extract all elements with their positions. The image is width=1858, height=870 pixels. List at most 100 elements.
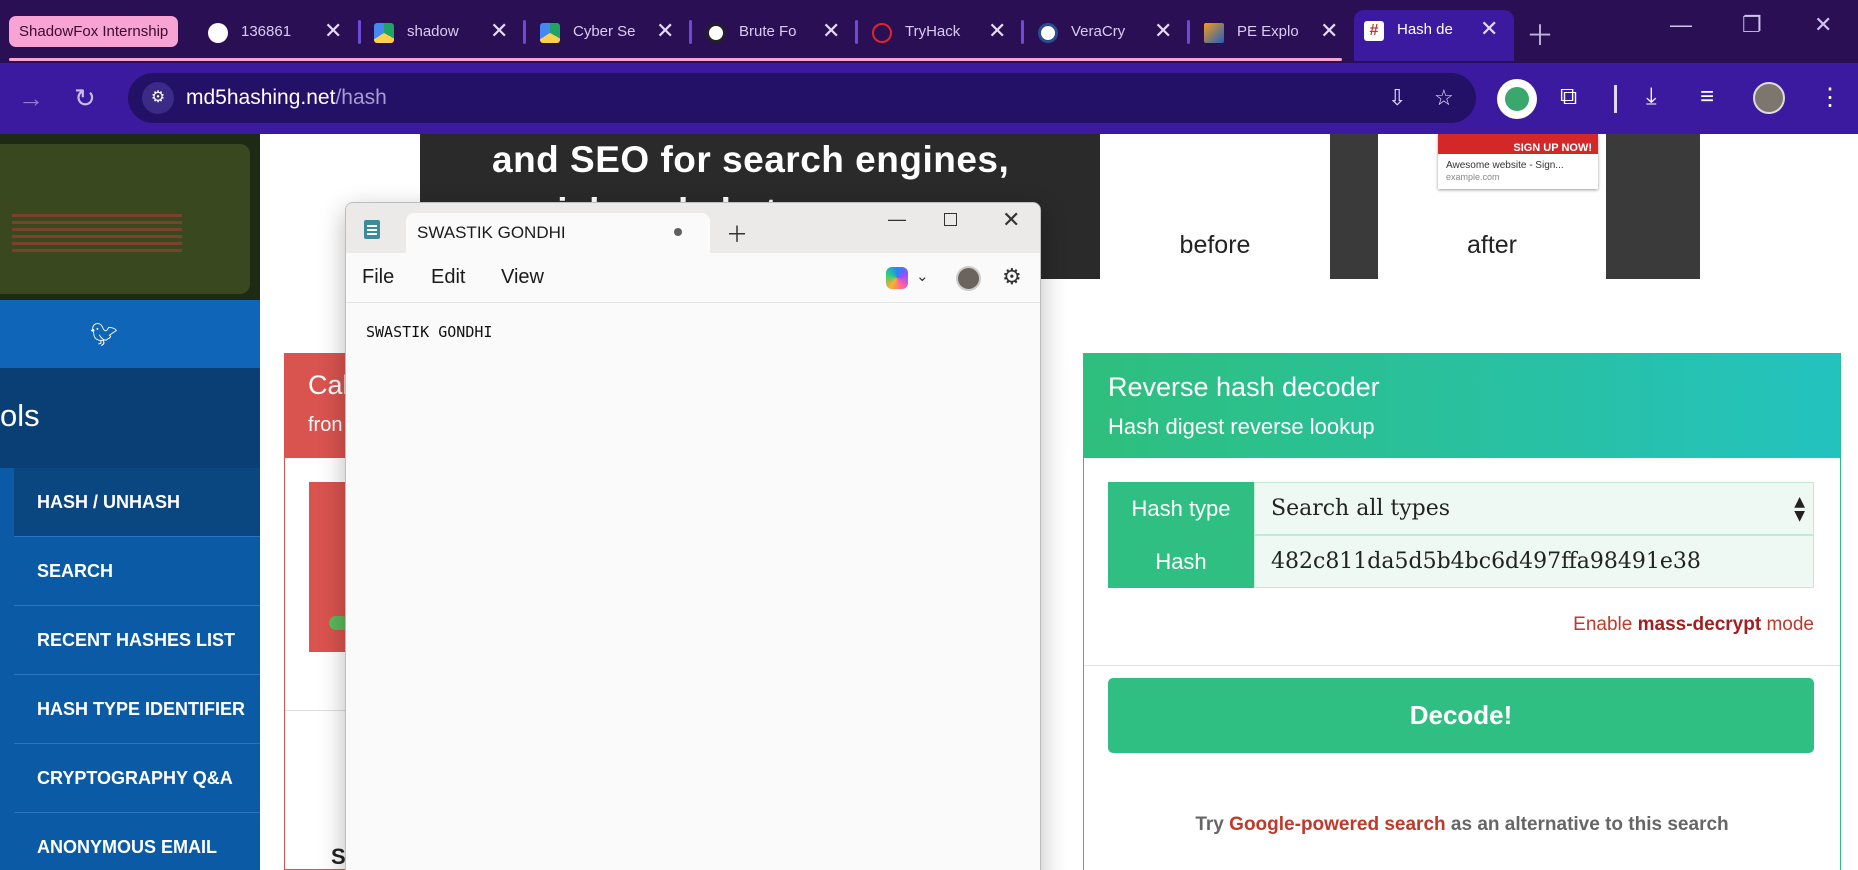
browser-tab[interactable]: shadow ✕ [364,12,524,52]
hash-type-label: Hash type [1108,482,1254,535]
sidebar-tools-header: ols [0,368,260,468]
browser-tab[interactable]: Cyber Se ✕ [530,12,690,52]
menu-kebab-icon[interactable]: ⋮ [1818,83,1842,112]
hash-icon: # [1364,21,1384,41]
install-app-icon[interactable]: ⇩ [1388,85,1406,111]
menu-file[interactable]: File [362,266,394,289]
notepad-app-icon [364,220,380,239]
download-icon[interactable]: ⤓ [1646,83,1657,111]
browser-tab-active[interactable]: # Hash de ✕ [1354,10,1514,61]
notepad-text-content[interactable]: SWASTIK GONDHI [366,323,492,341]
url-text[interactable]: md5hashing.net/hash [186,86,387,110]
notepad-close-icon[interactable]: ✕ [1002,207,1020,233]
gear-icon[interactable]: ⚙ [1002,264,1022,290]
google-search-link[interactable]: Google-powered search [1229,814,1445,835]
promo-preview-card: SIGN UP NOW! Awesome website - Sign... e… [1438,134,1598,189]
notepad-menubar: File Edit View ⌄ ⚙ [346,253,1040,303]
tab-title: Cyber Se [573,23,636,40]
tab-group-chip[interactable]: ShadowFox Internship [9,16,179,47]
close-icon[interactable]: ✕ [1320,18,1338,44]
sidebar-item-cryptography-qa[interactable]: CRYPTOGRAPHY Q&A [14,744,260,813]
decoder-subtitle: Hash digest reverse lookup [1108,414,1375,439]
notepad-titlebar[interactable]: SWASTIK GONDHI ＋ — ✕ [346,203,1040,253]
notepad-maximize-icon[interactable] [944,213,957,226]
notepad-new-tab-button[interactable]: ＋ [726,217,748,249]
close-icon[interactable]: ✕ [1480,16,1498,42]
close-icon[interactable]: ✕ [490,18,508,44]
promo-after-panel: SIGN UP NOW! Awesome website - Sign... e… [1330,134,1700,279]
bookmark-star-icon[interactable]: ☆ [1434,85,1454,111]
tab-separator [855,20,858,44]
hash-type-select[interactable]: Search all types ▲ ▼ [1254,482,1814,535]
mass-decrypt-link[interactable]: mass-decrypt [1638,614,1762,635]
sidebar-item-anonymous-email[interactable]: ANONYMOUS EMAIL [14,813,260,870]
sidebar-item-hash-unhash[interactable]: HASH / UNHASH [14,468,260,537]
tab-title: VeraCry [1071,23,1126,40]
google-search-hint: Try Google-powered search as an alternat… [1195,814,1729,835]
tab-separator [358,20,361,44]
reverse-hash-decoder: Reverse hash decoder Hash digest reverse… [1083,353,1841,870]
calculator-section-title: S [331,844,346,869]
divider [1084,665,1840,666]
notepad-window: SWASTIK GONDHI ＋ — ✕ File Edit View ⌄ ⚙ … [345,202,1041,870]
profile-avatar[interactable] [1753,82,1785,114]
calculator-panel: Cal fron S e [284,353,355,870]
tab-separator [1021,20,1024,44]
chevron-down-icon[interactable]: ⌄ [916,267,929,285]
hash-label: Hash [1108,535,1254,588]
twitter-link[interactable]: 🐦︎ [0,300,260,368]
sidebar-tools-label: ols [0,398,40,433]
extension-globe-icon[interactable] [1497,79,1537,119]
copilot-icon[interactable] [886,267,908,289]
notepad-tab[interactable]: SWASTIK GONDHI [406,213,710,253]
twitter-icon: 🐦︎ [90,322,118,347]
browser-tab[interactable]: TryHack ✕ [862,12,1022,52]
promo-after-card-area: SIGN UP NOW! Awesome website - Sign... e… [1378,134,1606,279]
select-arrows-icon: ▲ ▼ [1794,494,1805,524]
extensions-puzzle-icon[interactable]: ⧉ [1560,83,1577,111]
after-label: after [1466,231,1518,259]
menu-view[interactable]: View [501,266,544,289]
hash-row: Hash 482c811da5d5b4bc6d497ffa98491e38 [1108,535,1814,588]
site-sidebar: 🐦︎ ols HASH / UNHASH SEARCH RECENT HASHE… [0,134,260,870]
close-icon[interactable]: ✕ [822,18,840,44]
browser-toolbar: → ↻ ⚙ md5hashing.net/hash ⇩ ☆ ⧉ ⤓ ≡ ⋮ [0,63,1858,134]
browser-tabstrip: ShadowFox Internship 136861 ✕ shadow ✕ C… [0,0,1858,63]
terminal-code-lines [12,212,182,252]
sidebar-item-search[interactable]: SEARCH [14,537,260,606]
close-window-icon[interactable]: ✕ [1814,12,1832,38]
menu-edit[interactable]: Edit [431,266,465,289]
sidebar-item-recent-hashes[interactable]: RECENT HASHES LIST [14,606,260,675]
site-info-icon[interactable]: ⚙ [142,82,174,114]
unsaved-dot-icon[interactable] [674,228,682,236]
notepad-account-avatar[interactable] [956,266,981,291]
close-icon[interactable]: ✕ [656,18,674,44]
reload-icon[interactable]: ↻ [74,83,96,114]
browser-tab[interactable]: VeraCry ✕ [1028,12,1188,52]
browser-tab[interactable]: PE Explo ✕ [1194,12,1354,52]
close-icon[interactable]: ✕ [1154,18,1172,44]
new-tab-button[interactable]: ＋ [1526,14,1554,54]
close-icon[interactable]: ✕ [988,18,1006,44]
decode-button[interactable]: Decode! [1108,678,1814,753]
tab-title: Hash de [1397,21,1453,38]
notepad-minimize-icon[interactable]: — [888,209,906,230]
forward-icon[interactable]: → [18,83,44,114]
pe-explorer-icon [1204,23,1224,43]
close-icon[interactable]: ✕ [324,18,342,44]
minimize-icon[interactable]: — [1670,12,1692,38]
tab-separator [523,20,526,44]
address-bar[interactable]: ⚙ md5hashing.net/hash ⇩ ☆ [128,73,1476,123]
media-control-icon[interactable]: ≡ [1700,83,1714,111]
google-drive-icon [374,23,394,43]
browser-tab[interactable]: 136861 ✕ [198,12,358,52]
sidebar-item-hash-type-identifier[interactable]: HASH TYPE IDENTIFIER [14,675,260,744]
browser-tab[interactable]: Brute Fo ✕ [696,12,856,52]
notepad-tab-title: SWASTIK GONDHI [417,223,566,242]
tab-separator [689,20,692,44]
tab-title: 136861 [241,23,292,40]
calculator-title: Cal [308,370,349,400]
restore-icon[interactable]: ❐ [1742,12,1762,38]
hash-input[interactable]: 482c811da5d5b4bc6d497ffa98491e38 [1254,535,1814,588]
veracrypt-icon [1038,23,1058,43]
